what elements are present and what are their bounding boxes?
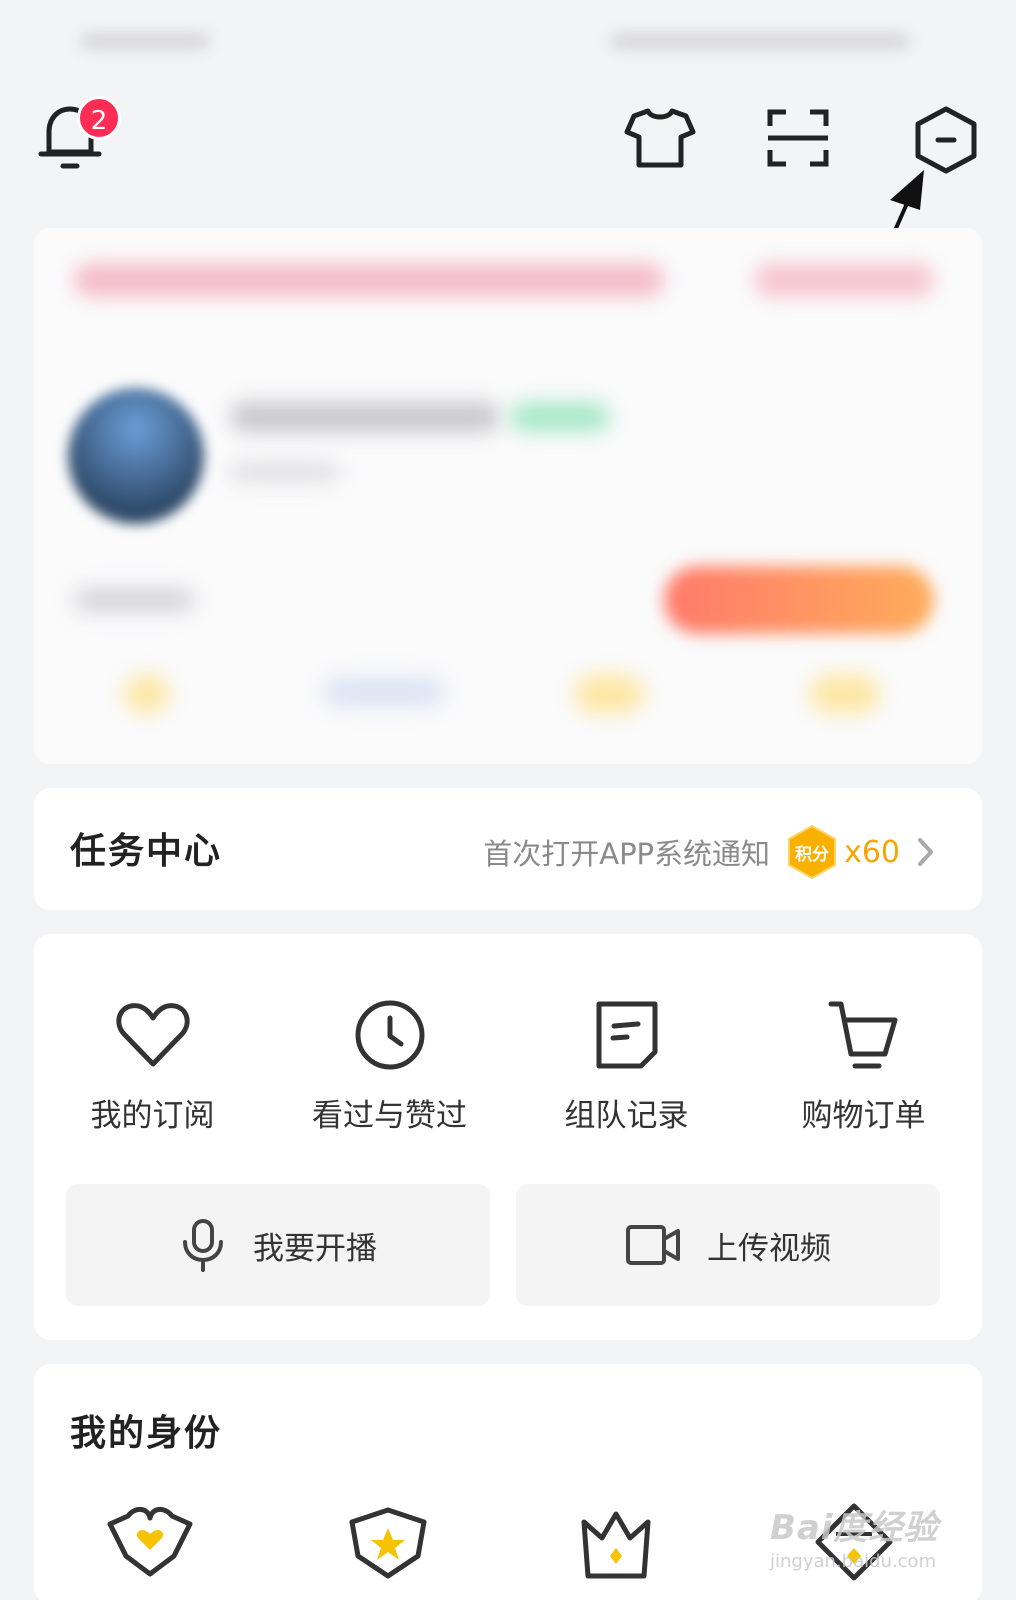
go-live-button[interactable]: 我要开播 [66, 1184, 490, 1306]
user-name [230, 402, 500, 432]
points-badge-icon: 积分 [788, 824, 837, 880]
video-camera-icon [626, 1225, 680, 1265]
menu-item-history[interactable]: 看过与赞过 [271, 994, 508, 1134]
shield-star-icon[interactable] [338, 1494, 438, 1594]
status-indicators [610, 32, 910, 50]
quick-menu-row: 我的订阅 看过与赞过 组队记录 购物订单 [34, 994, 982, 1134]
status-time [80, 32, 210, 50]
menu-item-label: 购物订单 [801, 1098, 926, 1134]
level-badge [510, 402, 610, 432]
menu-item-subscriptions[interactable]: 我的订阅 [34, 994, 271, 1134]
user-subtitle [230, 462, 340, 482]
task-description: 首次打开APP系统通知 [483, 837, 771, 871]
settings-button[interactable] [908, 102, 984, 178]
microphone-icon [183, 1219, 223, 1272]
fan-heart-icon[interactable] [100, 1494, 200, 1594]
points-count: x60 [844, 834, 900, 870]
checkin-button[interactable] [664, 566, 934, 634]
stat-label [74, 588, 194, 612]
menu-item-team-records[interactable]: 组队记录 [508, 994, 745, 1134]
menu-item-label: 看过与赞过 [312, 1098, 467, 1134]
watermark-main: Bai度经验 [770, 1508, 939, 1548]
watermark: Bai度经验 jingyan.baidu.com [770, 1500, 939, 1572]
scan-button[interactable] [762, 102, 834, 174]
wallet-item-2[interactable] [324, 678, 444, 706]
menu-item-label: 我的订阅 [90, 1098, 215, 1134]
go-live-label: 我要开播 [253, 1230, 377, 1267]
notification-badge: 2 [77, 96, 121, 140]
scan-icon [767, 109, 829, 167]
tshirt-icon [624, 108, 696, 168]
wallet-item-3[interactable] [574, 674, 644, 714]
wallet-item-1[interactable] [124, 674, 170, 714]
cart-icon [828, 1001, 897, 1069]
profile-card[interactable] [34, 228, 982, 764]
outfit-button[interactable] [620, 100, 700, 176]
identity-title: 我的身份 [70, 1413, 223, 1454]
heart-icon [115, 1003, 190, 1067]
upload-video-button[interactable]: 上传视频 [516, 1184, 940, 1306]
watermark-sub: jingyan.baidu.com [770, 1551, 937, 1572]
wallet-item-4[interactable] [810, 674, 880, 714]
chevron-right-icon [918, 838, 933, 866]
vip-banner[interactable] [74, 264, 664, 296]
task-center-card[interactable]: 任务中心 首次打开APP系统通知 积分 x60 [34, 788, 982, 910]
crown-icon[interactable] [566, 1494, 666, 1594]
status-bar [0, 0, 1016, 80]
quick-menu-card: 我的订阅 看过与赞过 组队记录 购物订单 我要开播 上传视频 [34, 934, 982, 1340]
points-badge-label: 积分 [795, 845, 829, 865]
clock-icon [355, 1000, 424, 1070]
settings-hexagon-icon [915, 106, 977, 174]
task-center-reward[interactable]: 首次打开APP系统通知 积分 x60 [483, 824, 936, 880]
vip-banner-action[interactable] [754, 264, 934, 296]
task-center-title: 任务中心 [70, 831, 223, 872]
menu-item-label: 组队记录 [564, 1098, 689, 1134]
avatar[interactable] [68, 388, 204, 524]
menu-item-orders[interactable]: 购物订单 [745, 994, 982, 1134]
upload-video-label: 上传视频 [707, 1230, 831, 1267]
note-icon [596, 1001, 657, 1069]
